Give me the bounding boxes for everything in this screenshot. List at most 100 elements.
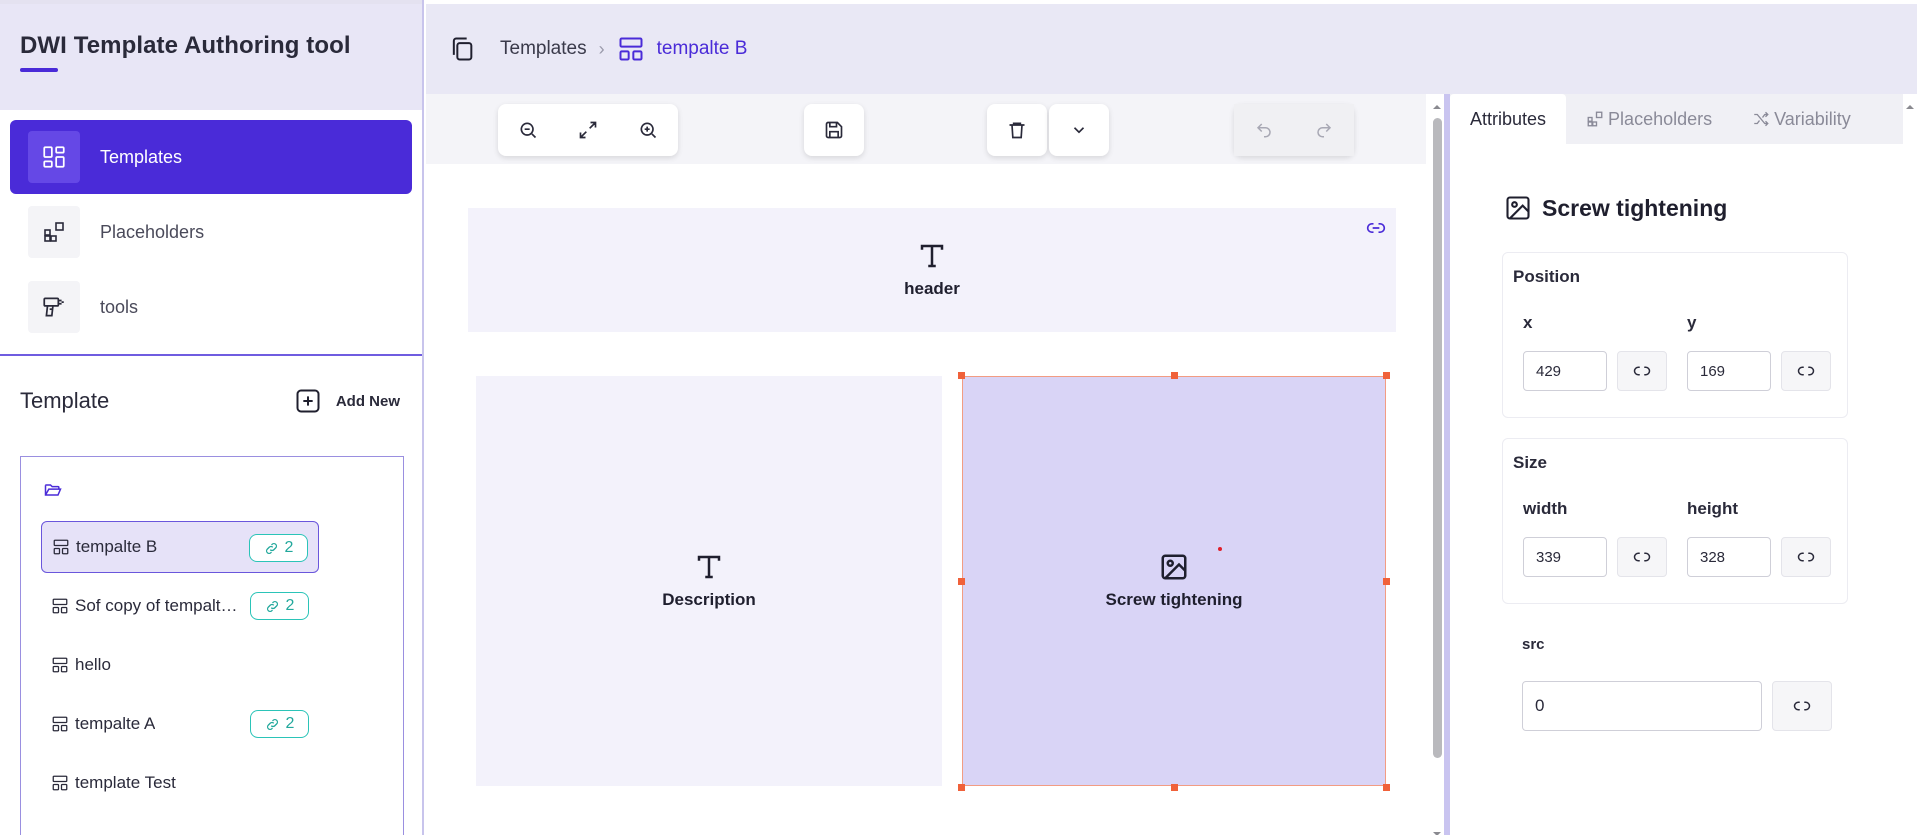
canvas-scrollbar-thumb[interactable] bbox=[1433, 118, 1442, 758]
panel-title-text: Screw tightening bbox=[1542, 194, 1728, 221]
folder-open-icon[interactable] bbox=[41, 475, 383, 505]
save-icon bbox=[825, 121, 843, 139]
template-item[interactable]: template Test bbox=[41, 757, 319, 809]
resize-handle-bottom-left[interactable] bbox=[958, 784, 965, 791]
unlink-icon bbox=[1793, 701, 1811, 711]
canvas-area: header Description Screw tightening bbox=[426, 94, 1426, 835]
breadcrumb-current[interactable]: tempalte B bbox=[657, 38, 748, 60]
canvas-block-description[interactable]: Description bbox=[476, 376, 942, 786]
blocks-icon bbox=[1587, 111, 1603, 127]
resize-handle-right[interactable] bbox=[1383, 578, 1390, 585]
tab-placeholders[interactable]: Placeholders bbox=[1566, 94, 1732, 144]
link-icon bbox=[266, 600, 278, 612]
size-title: Size bbox=[1513, 453, 1548, 472]
undo-button[interactable] bbox=[1234, 104, 1294, 156]
layout-dashboard-icon bbox=[28, 131, 80, 183]
sidebar-item-label: tools bbox=[100, 296, 139, 317]
template-item-label: tempalte A bbox=[75, 714, 156, 733]
breadcrumb: Templates › tempalte B bbox=[426, 4, 1917, 94]
resize-handle-top-left[interactable] bbox=[958, 372, 965, 379]
sidebar-nav: Templates Placeholders tools bbox=[0, 110, 422, 344]
plus-square-icon bbox=[296, 389, 320, 413]
panel-scrollbar[interactable] bbox=[1903, 94, 1917, 835]
resize-handle-left[interactable] bbox=[958, 578, 965, 585]
tab-label: Placeholders bbox=[1608, 108, 1713, 129]
chevron-down-icon bbox=[1073, 127, 1085, 134]
save-button[interactable] bbox=[804, 104, 864, 156]
tab-attributes[interactable]: Attributes bbox=[1450, 94, 1567, 144]
delete-button[interactable] bbox=[987, 104, 1047, 156]
y-link-button[interactable] bbox=[1781, 351, 1831, 391]
sidebar-item-placeholders[interactable]: Placeholders bbox=[10, 195, 412, 269]
link-icon[interactable] bbox=[1366, 218, 1386, 238]
x-label: x bbox=[1523, 313, 1533, 332]
scroll-up-arrow-icon bbox=[1433, 105, 1441, 109]
template-icon bbox=[619, 37, 643, 61]
height-link-button[interactable] bbox=[1781, 537, 1831, 577]
link-count: 2 bbox=[285, 715, 295, 732]
src-input[interactable]: 0 bbox=[1522, 681, 1762, 731]
x-input[interactable]: 429 bbox=[1523, 351, 1607, 391]
zoom-in-icon bbox=[640, 122, 657, 139]
width-link-button[interactable] bbox=[1617, 537, 1667, 577]
brand-area: DWI Template Authoring tool bbox=[0, 0, 422, 110]
link-count: 2 bbox=[285, 597, 295, 614]
template-icon bbox=[52, 775, 68, 791]
resize-handle-top-right[interactable] bbox=[1383, 372, 1390, 379]
zoom-in-button[interactable] bbox=[618, 104, 678, 156]
delete-icon bbox=[1009, 122, 1025, 139]
panel-tabs: Attributes Placeholders Variability bbox=[1450, 94, 1903, 144]
block-label: Screw tightening bbox=[1105, 590, 1243, 609]
unlink-icon bbox=[1797, 366, 1815, 376]
scroll-down-arrow-icon bbox=[1433, 832, 1441, 835]
panel-title: Screw tightening bbox=[1504, 194, 1727, 222]
template-icon bbox=[52, 716, 68, 732]
template-icon bbox=[52, 598, 68, 614]
sidebar-item-templates[interactable]: Templates bbox=[10, 120, 412, 194]
template-icon bbox=[53, 539, 69, 555]
template-icon bbox=[52, 657, 68, 673]
y-input[interactable]: 169 bbox=[1687, 351, 1771, 391]
sidebar: DWI Template Authoring tool Templates Pl… bbox=[0, 0, 424, 835]
template-section-header: Template Add New bbox=[0, 356, 422, 418]
template-item[interactable]: Sof copy of tempalte B 2 bbox=[41, 580, 319, 632]
block-label: header bbox=[904, 279, 960, 298]
height-input[interactable]: 328 bbox=[1687, 537, 1771, 577]
link-icon bbox=[266, 718, 278, 730]
template-item-label: Sof copy of tempalte B bbox=[75, 596, 245, 615]
resize-handle-bottom-right[interactable] bbox=[1383, 784, 1390, 791]
breadcrumb-templates[interactable]: Templates bbox=[500, 38, 587, 60]
template-item-label: template Test bbox=[75, 773, 176, 792]
fit-screen-button[interactable] bbox=[558, 104, 618, 156]
template-item[interactable]: tempalte B 2 bbox=[41, 521, 319, 573]
template-item-label: hello bbox=[75, 655, 111, 674]
width-input[interactable]: 339 bbox=[1523, 537, 1607, 577]
scroll-up-arrow-icon bbox=[1906, 105, 1914, 109]
add-new-button[interactable]: Add New bbox=[294, 387, 400, 415]
template-item[interactable]: hello bbox=[41, 639, 319, 691]
resize-handle-bottom[interactable] bbox=[1171, 784, 1178, 791]
src-link-button[interactable] bbox=[1772, 681, 1832, 731]
zoom-out-button[interactable] bbox=[498, 104, 558, 156]
drill-icon bbox=[28, 281, 80, 333]
text-icon bbox=[697, 555, 721, 579]
redo-button[interactable] bbox=[1294, 104, 1354, 156]
template-item-label: tempalte B bbox=[76, 537, 158, 556]
canvas-toolbar bbox=[426, 94, 1426, 164]
sidebar-item-label: Templates bbox=[100, 146, 183, 167]
canvas-block-header[interactable]: header bbox=[468, 208, 1396, 332]
canvas-block-screw-tightening[interactable]: Screw tightening bbox=[962, 376, 1386, 786]
position-card: Position x y 429 169 bbox=[1502, 252, 1848, 418]
history-controls bbox=[1234, 104, 1354, 156]
resize-handle-top[interactable] bbox=[1171, 372, 1178, 379]
zoom-out-icon bbox=[520, 122, 537, 139]
x-link-button[interactable] bbox=[1617, 351, 1667, 391]
y-label: y bbox=[1687, 313, 1697, 332]
canvas-scrollbar[interactable] bbox=[1430, 94, 1444, 835]
chevron-right-icon: › bbox=[598, 38, 605, 59]
more-options-button[interactable] bbox=[1049, 104, 1109, 156]
sidebar-item-tools[interactable]: tools bbox=[10, 270, 412, 344]
tab-variability[interactable]: Variability bbox=[1732, 94, 1871, 144]
app-title: DWI Template Authoring tool bbox=[20, 32, 351, 59]
template-item[interactable]: tempalte A 2 bbox=[41, 698, 319, 750]
